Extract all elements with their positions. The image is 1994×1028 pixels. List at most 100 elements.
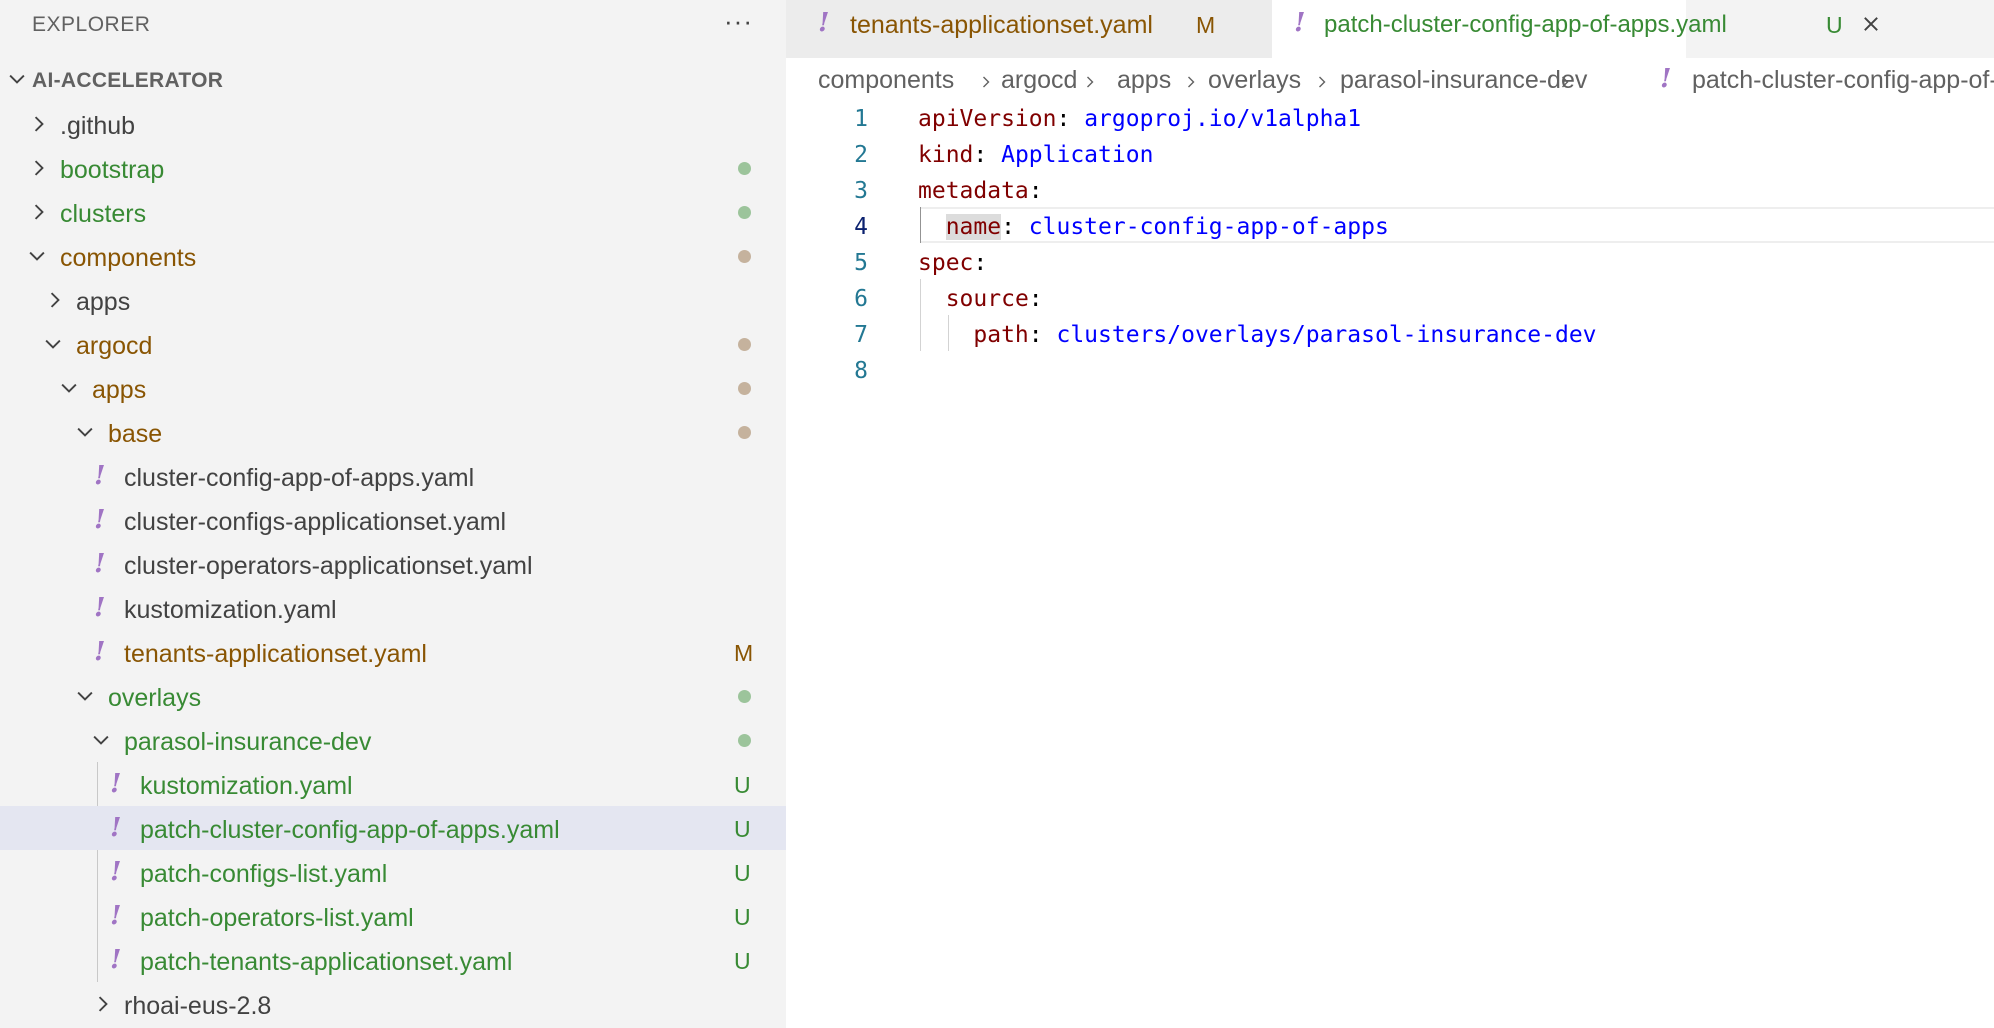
tree-folder-clusters[interactable]: clusters [0, 190, 786, 234]
line-number: 6 [854, 286, 868, 312]
tree-item-label: clusters [60, 200, 147, 228]
line-number: 2 [854, 142, 868, 168]
tab-tenants-applicationset[interactable]: ! tenants-applicationset.yaml M [786, 0, 1272, 58]
tree-folder-rhoai-eus[interactable]: rhoai-eus-2.8 [0, 982, 786, 1026]
code-line[interactable]: source: [918, 286, 1043, 312]
breadcrumb-item[interactable]: overlays [1208, 66, 1301, 95]
tree-file-tenants-applicationset[interactable]: ! tenants-applicationset.yaml M [0, 630, 786, 674]
chevron-down-icon [45, 339, 61, 349]
tree-file-patch-configs-list[interactable]: ! patch-configs-list.yaml U [0, 850, 786, 894]
chevron-right-icon [98, 996, 108, 1012]
tree-item-label: bootstrap [60, 156, 165, 184]
line-number: 5 [854, 250, 868, 276]
tree-file-cluster-config-app-of-apps[interactable]: ! cluster-config-app-of-apps.yaml [0, 454, 786, 498]
tree-item-label: patch-operators-list.yaml [140, 904, 414, 932]
line-number: 1 [854, 106, 868, 132]
code-line[interactable]: spec: [918, 250, 987, 276]
yaml-key: source [945, 286, 1029, 312]
untracked-badge: U [734, 772, 751, 798]
yaml-file-icon: ! [94, 637, 106, 667]
more-actions-icon[interactable]: ··· [724, 6, 753, 37]
tree-item-label: apps [92, 376, 147, 404]
modified-dot [738, 250, 751, 263]
yaml-key: path [973, 322, 1029, 348]
yaml-file-icon: ! [110, 813, 122, 843]
explorer-header: EXPLORER ··· [0, 0, 786, 48]
yaml-value: argoproj.io/v1alpha1 [1084, 106, 1362, 132]
breadcrumb-item[interactable]: argocd [1001, 66, 1077, 95]
tree-item-label: cluster-config-app-of-apps.yaml [124, 464, 475, 492]
tree-file-patch-tenants-applicationset[interactable]: ! patch-tenants-applicationset.yaml U [0, 938, 786, 982]
close-icon[interactable] [1860, 13, 1882, 35]
tree-file-kustomization-overlay[interactable]: ! kustomization.yaml U [0, 762, 786, 806]
editor-tab-bar: ! tenants-applicationset.yaml M ! patch-… [786, 0, 1994, 58]
chevron-right-icon [34, 160, 44, 176]
workspace-section-header[interactable]: AI-ACCELERATOR [0, 58, 786, 102]
line-number: 7 [854, 322, 868, 348]
line-number: 8 [854, 358, 868, 384]
tree-item-label: patch-configs-list.yaml [140, 860, 388, 888]
breadcrumb-item[interactable]: parasol-insurance-dev [1340, 66, 1587, 95]
code-line[interactable]: kind: Application [918, 142, 1153, 168]
tree-file-kustomization-base[interactable]: ! kustomization.yaml [0, 586, 786, 630]
tree-folder-base[interactable]: base [0, 410, 786, 454]
code-line[interactable]: metadata: [918, 178, 1043, 204]
modified-badge: M [734, 640, 754, 666]
tree-file-cluster-operators-applicationset[interactable]: ! cluster-operators-applicationset.yaml [0, 542, 786, 586]
untracked-badge: U [734, 948, 751, 974]
tree-file-patch-operators-list[interactable]: ! patch-operators-list.yaml U [0, 894, 786, 938]
breadcrumb: components argocd apps overlays parasol-… [786, 60, 1994, 104]
tree-folder-overlays[interactable]: overlays [0, 674, 786, 718]
chevron-down-icon [29, 251, 45, 261]
chevron-right-icon [1562, 76, 1569, 88]
breadcrumb-item[interactable]: patch-cluster-config-app-of-apps.yaml [1692, 66, 1994, 95]
tree-folder-argocd[interactable]: argocd [0, 322, 786, 366]
modified-dot [738, 382, 751, 395]
untracked-badge: U [734, 904, 751, 930]
explorer-title: EXPLORER [32, 13, 151, 36]
code-line[interactable]: path: clusters/overlays/parasol-insuranc… [918, 322, 1596, 348]
tree-file-cluster-configs-applicationset[interactable]: ! cluster-configs-applicationset.yaml [0, 498, 786, 542]
chevron-down-icon [9, 74, 25, 84]
yaml-key: spec [918, 250, 974, 276]
yaml-file-icon: ! [110, 857, 122, 887]
tree-item-label: patch-tenants-applicationset.yaml [140, 948, 513, 976]
untracked-dot [738, 734, 751, 747]
tree-folder-components[interactable]: components [0, 234, 786, 278]
tree-folder-argocd-apps[interactable]: apps [0, 366, 786, 410]
yaml-file-icon: ! [94, 505, 106, 535]
breadcrumb-item[interactable]: apps [1117, 66, 1171, 95]
tree-folder-parasol-insurance-dev[interactable]: parasol-insurance-dev [0, 718, 786, 762]
yaml-file-icon: ! [94, 549, 106, 579]
tree-item-label: rhoai-eus-2.8 [124, 992, 272, 1020]
code-line[interactable]: name: cluster-config-app-of-apps [918, 214, 1389, 240]
explorer-sidebar: EXPLORER ··· AI-ACCELERATOR .github boot… [0, 0, 786, 1028]
tree-item-label: apps [76, 288, 131, 316]
untracked-badge: U [734, 816, 751, 842]
tree-file-patch-cluster-config-app-of-apps[interactable]: ! patch-cluster-config-app-of-apps.yaml … [0, 806, 786, 850]
chevron-right-icon [1319, 76, 1326, 88]
tree-folder-apps[interactable]: apps [0, 278, 786, 322]
yaml-file-icon: ! [1660, 64, 1672, 94]
yaml-key: apiVersion [918, 106, 1057, 132]
code-line[interactable]: apiVersion: argoproj.io/v1alpha1 [918, 106, 1361, 132]
tab-patch-cluster-config-app-of-apps[interactable]: ! patch-cluster-config-app-of-apps.yaml [1272, 0, 1727, 58]
yaml-file-icon: ! [818, 8, 830, 38]
chevron-right-icon [1087, 76, 1094, 88]
yaml-key: kind [918, 142, 974, 168]
tree-item-label: kustomization.yaml [140, 772, 353, 800]
breadcrumb-item[interactable]: components [818, 66, 954, 95]
tree-folder-github[interactable]: .github [0, 102, 786, 146]
tree-item-label: cluster-operators-applicationset.yaml [124, 552, 533, 580]
workspace-title: AI-ACCELERATOR [32, 69, 224, 92]
code-editor[interactable]: 1 2 3 4 5 6 7 8 apiVersion: argoproj.io/… [786, 104, 1994, 1028]
tree-item-label: base [108, 420, 163, 448]
tree-item-label: patch-cluster-config-app-of-apps.yaml [140, 816, 560, 844]
yaml-file-icon: ! [1294, 8, 1306, 38]
tree-folder-bootstrap[interactable]: bootstrap [0, 146, 786, 190]
yaml-key: name [945, 214, 1002, 240]
tab-label: tenants-applicationset.yaml [850, 11, 1153, 39]
tree-item-label: .github [60, 112, 136, 140]
chevron-right-icon [983, 76, 990, 88]
yaml-file-icon: ! [110, 945, 122, 975]
